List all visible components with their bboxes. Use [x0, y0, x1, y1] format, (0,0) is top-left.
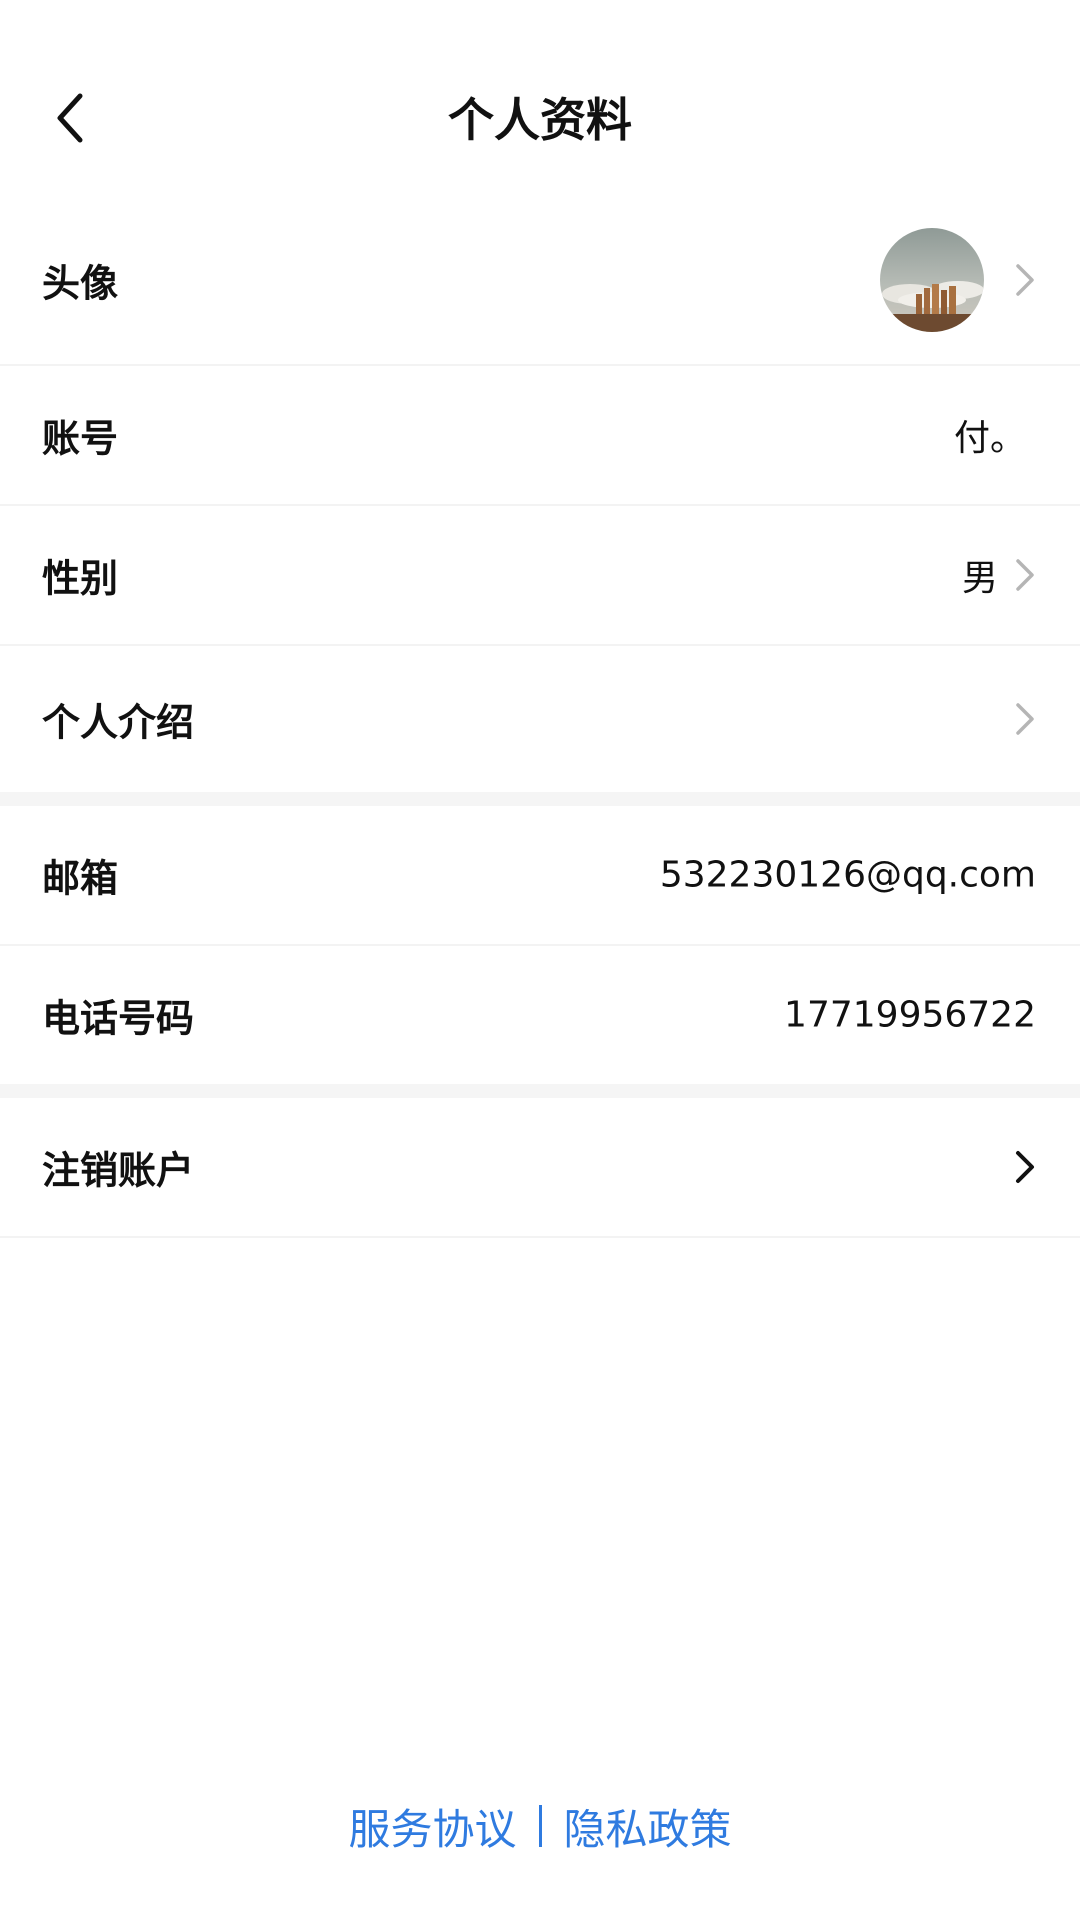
header: 个人资料: [0, 60, 1080, 180]
page-title: 个人资料: [448, 93, 632, 147]
section-divider: [0, 1084, 1080, 1098]
footer-links: 服务协议 隐私政策: [0, 1796, 1080, 1856]
section-divider: [0, 792, 1080, 806]
email-label: 邮箱: [42, 856, 119, 901]
profile-page: 个人资料 头像 账号 付。 性别 男 个人介绍 邮箱 532230126@qq.…: [0, 0, 1080, 1920]
gender-value: 男: [961, 558, 998, 599]
chevron-right-icon: [1010, 1147, 1040, 1187]
privacy-policy-link[interactable]: 隐私政策: [564, 1796, 732, 1857]
intro-label: 个人介绍: [42, 700, 195, 745]
phone-row: 电话号码 17719956722: [0, 946, 1080, 1084]
email-value: 532230126@qq.com: [659, 854, 1036, 896]
phone-label: 电话号码: [42, 996, 195, 1041]
service-agreement-link[interactable]: 服务协议: [348, 1796, 516, 1857]
chevron-right-icon: [1010, 555, 1040, 595]
chevron-right-icon: [1010, 699, 1040, 739]
account-value: 付。: [953, 418, 1026, 459]
avatar-row[interactable]: 头像: [0, 196, 1080, 366]
account-label: 账号: [42, 416, 119, 461]
deactivate-label: 注销账户: [42, 1148, 195, 1193]
avatar-label: 头像: [42, 261, 119, 306]
account-row: 账号 付。: [0, 366, 1080, 506]
gender-row[interactable]: 性别 男: [0, 506, 1080, 646]
avatar[interactable]: [880, 228, 984, 332]
phone-value: 17719956722: [784, 994, 1036, 1036]
chevron-right-icon: [1010, 260, 1040, 300]
intro-row[interactable]: 个人介绍: [0, 646, 1080, 792]
deactivate-account-row[interactable]: 注销账户: [0, 1098, 1080, 1238]
divider: [538, 1805, 542, 1847]
gender-label: 性别: [42, 556, 119, 601]
email-row: 邮箱 532230126@qq.com: [0, 806, 1080, 946]
